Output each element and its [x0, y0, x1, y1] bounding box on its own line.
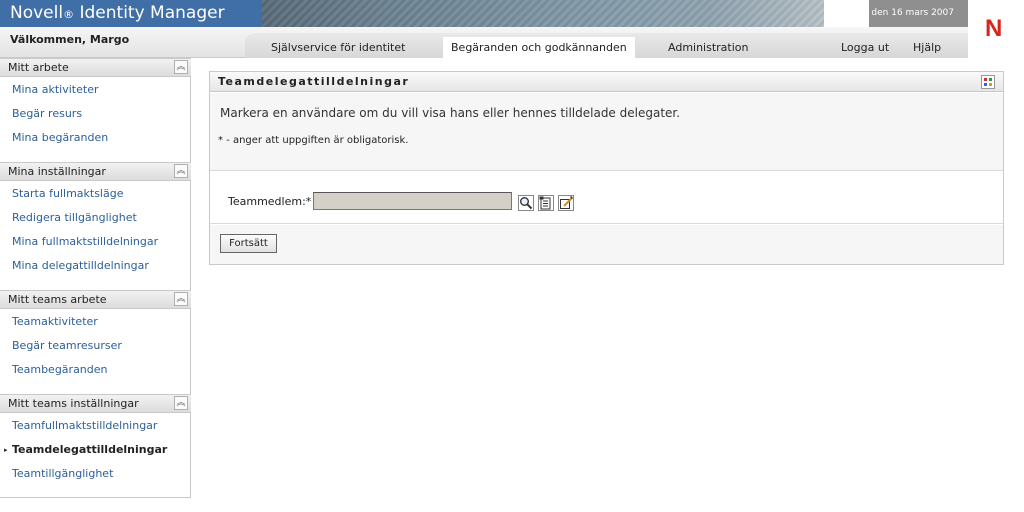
active-arrow-icon: ▸ [4, 446, 8, 454]
brand-product: Identity Manager [79, 3, 225, 23]
continue-button[interactable]: Fortsätt [220, 234, 277, 253]
sidebar-item-team-proxy-assignments[interactable]: Teamfullmaktstilldelningar [12, 419, 157, 432]
team-member-label: Teammedlem:* [228, 195, 312, 208]
brand-bar: Novell® Identity Manager [0, 0, 262, 27]
current-date: den 16 mars 2007 [871, 8, 954, 18]
team-member-row: Teammedlem:* [210, 172, 1003, 224]
section-my-work: Mitt arbete ︽ [0, 58, 191, 77]
sidebar-item-my-requests[interactable]: Mina begäranden [12, 131, 108, 144]
collapse-icon[interactable]: ︽ [174, 292, 188, 306]
section-team-work: Mitt teams arbete ︽ [0, 290, 191, 309]
instructions-area: Markera en användare om du vill visa han… [210, 93, 1003, 171]
tab-administration[interactable]: Administration [668, 37, 749, 58]
collapse-icon[interactable]: ︽ [174, 164, 188, 178]
instruction-text: Markera en användare om du vill visa han… [220, 106, 681, 120]
sidebar-item-team-availability[interactable]: Teamtillgänglighet [12, 467, 113, 480]
sidebar-item-edit-availability[interactable]: Redigera tillgänglighet [12, 211, 137, 224]
sidebar: Mitt arbete ︽ Mina aktiviteter Begär res… [0, 58, 191, 498]
sidebar-item-my-delegate-assignments[interactable]: Mina delegattilldelningar [12, 259, 149, 272]
section-title: Mina inställningar [8, 165, 106, 178]
brand-registered-mark: ® [63, 8, 75, 21]
edit-icon[interactable] [558, 195, 574, 211]
panel-title: Teamdelegattilldelningar [218, 75, 410, 88]
welcome-text: Välkommen, Margo [10, 33, 130, 46]
panel-title-bar: Teamdelegattilldelningar [210, 72, 1003, 92]
sidebar-item-my-tasks[interactable]: Mina aktiviteter [12, 83, 99, 96]
section-title: Mitt teams inställningar [8, 397, 139, 410]
sidebar-item-request-resource[interactable]: Begär resurs [12, 107, 82, 120]
team-member-input[interactable] [313, 192, 512, 210]
brand-name: Novell [10, 3, 64, 23]
logout-link[interactable]: Logga ut [841, 37, 889, 58]
tab-selfservice[interactable]: Självservice för identitet [271, 37, 405, 58]
section-title: Mitt teams arbete [8, 293, 107, 306]
sidebar-item-request-team-resources[interactable]: Begär teamresurser [12, 339, 122, 352]
sidebar-item-my-proxy-assignments[interactable]: Mina fullmaktstilldelningar [12, 235, 158, 248]
sidebar-item-start-proxy-mode[interactable]: Starta fullmaktsläge [12, 187, 123, 200]
search-icon[interactable] [518, 195, 534, 211]
action-row: Fortsätt [210, 225, 1003, 264]
collapse-icon[interactable]: ︽ [174, 60, 188, 74]
help-link[interactable]: Hjälp [913, 37, 941, 58]
required-note: * - anger att uppgiften är obligatorisk. [218, 135, 409, 146]
team-delegate-panel: Teamdelegattilldelningar Markera en anvä… [209, 71, 1004, 265]
header-banner-image [262, 0, 824, 27]
section-team-settings: Mitt teams inställningar ︽ [0, 394, 191, 413]
history-icon[interactable] [538, 195, 554, 211]
section-my-settings: Mina inställningar ︽ [0, 162, 191, 181]
collapse-icon[interactable]: ︽ [174, 396, 188, 410]
sidebar-item-team-delegate-assignments[interactable]: Teamdelegattilldelningar [12, 443, 167, 456]
app-header: Novell® Identity Manager den 16 mars 200… [0, 0, 1024, 58]
sidebar-item-team-requests[interactable]: Teambegäranden [12, 363, 108, 376]
grid-icon[interactable] [981, 75, 995, 89]
tab-requests-approvals[interactable]: Begäranden och godkännanden [443, 37, 635, 58]
date-bar: den 16 mars 2007 [869, 0, 968, 27]
sidebar-item-team-tasks[interactable]: Teamaktiviteter [12, 315, 98, 328]
novell-logo: N [985, 15, 1003, 42]
section-title: Mitt arbete [8, 61, 69, 74]
